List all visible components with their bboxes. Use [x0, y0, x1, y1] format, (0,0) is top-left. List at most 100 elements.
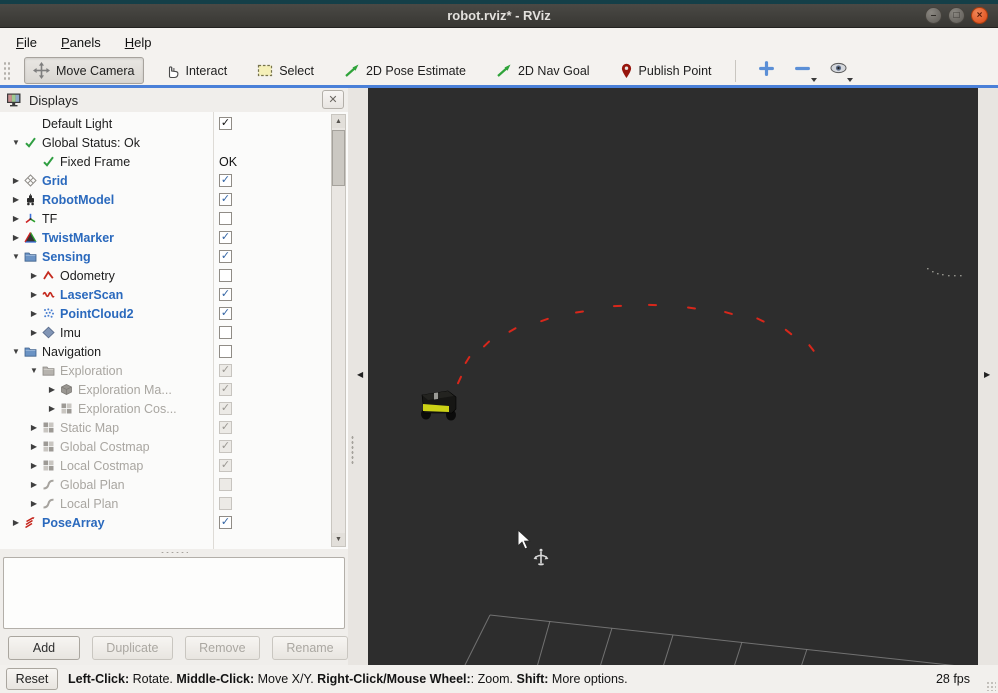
- expander-icon[interactable]: ▶: [26, 480, 42, 489]
- display-row[interactable]: ▶ Grid: [0, 171, 330, 190]
- display-row[interactable]: ▶ PointCloud2: [0, 304, 330, 323]
- duplicate-button[interactable]: Duplicate: [92, 636, 173, 660]
- tool-2d-pose-estimate[interactable]: 2D Pose Estimate: [335, 58, 475, 83]
- remove-tool-button[interactable]: [788, 59, 818, 83]
- expander-icon[interactable]: ▶: [8, 233, 24, 242]
- expander-icon[interactable]: ▶: [26, 442, 42, 451]
- enabled-checkbox[interactable]: ✓: [219, 250, 232, 263]
- enabled-checkbox[interactable]: ✓: [219, 421, 232, 434]
- left-panel-splitter[interactable]: ◀: [348, 88, 368, 665]
- add-button[interactable]: Add: [8, 636, 80, 660]
- display-row[interactable]: ▶ Static Map: [0, 418, 330, 437]
- tool-select[interactable]: Select: [248, 58, 323, 83]
- display-row[interactable]: ▶ LaserScan: [0, 285, 330, 304]
- display-row[interactable]: ▼ Navigation: [0, 342, 330, 361]
- display-row[interactable]: ▶ PoseArray: [0, 513, 330, 532]
- display-row[interactable]: ▶ Exploration Ma...: [0, 380, 330, 399]
- enabled-checkbox[interactable]: ✓: [219, 288, 232, 301]
- tool-label: 2D Nav Goal: [517, 63, 590, 78]
- scroll-down-icon[interactable]: ▼: [332, 533, 345, 546]
- expander-icon[interactable]: ▶: [26, 328, 42, 337]
- display-row[interactable]: ▶ TF: [0, 209, 330, 228]
- collapse-left-arrow-icon[interactable]: ◀: [357, 370, 363, 379]
- expander-icon[interactable]: ▼: [26, 366, 42, 375]
- display-row[interactable]: ▼ Exploration: [0, 361, 330, 380]
- enabled-checkbox[interactable]: ✓: [219, 459, 232, 472]
- 3d-viewport[interactable]: [368, 88, 978, 665]
- expander-icon[interactable]: ▼: [8, 252, 24, 261]
- close-button[interactable]: ×: [971, 7, 988, 24]
- expander-icon[interactable]: ▶: [26, 290, 42, 299]
- enabled-checkbox[interactable]: [219, 345, 232, 358]
- expander-icon[interactable]: ▼: [8, 347, 24, 356]
- titlebar[interactable]: robot.rviz* - RViz – □ ×: [0, 4, 998, 28]
- expand-right-arrow-icon[interactable]: ▶: [984, 370, 990, 379]
- expander-icon[interactable]: ▶: [44, 404, 60, 413]
- enabled-checkbox[interactable]: ✓: [219, 174, 232, 187]
- enabled-checkbox[interactable]: [219, 326, 232, 339]
- display-row[interactable]: ▶ Local Costmap: [0, 456, 330, 475]
- enabled-checkbox[interactable]: ✓: [219, 193, 232, 206]
- tool-move-camera[interactable]: Move Camera: [24, 57, 144, 84]
- remove-button[interactable]: Remove: [184, 636, 261, 660]
- tree-description-splitter[interactable]: [0, 549, 348, 556]
- menu-help[interactable]: Help: [125, 35, 152, 50]
- expander-icon[interactable]: ▶: [44, 385, 60, 394]
- visibility-button[interactable]: [824, 59, 854, 83]
- display-row[interactable]: ▶ Imu: [0, 323, 330, 342]
- tool-2d-nav-goal[interactable]: 2D Nav Goal: [487, 58, 599, 83]
- expander-icon[interactable]: ▶: [26, 461, 42, 470]
- display-row[interactable]: ▼ Sensing: [0, 247, 330, 266]
- right-panel-splitter[interactable]: ▶: [978, 88, 998, 665]
- tool-publish-point[interactable]: Publish Point: [611, 58, 721, 84]
- display-row[interactable]: Fixed Frame: [0, 152, 330, 171]
- display-row[interactable]: ▼ Global Status: Ok: [0, 133, 330, 152]
- map-pin-icon: [620, 63, 633, 79]
- expander-icon[interactable]: ▶: [8, 195, 24, 204]
- resize-grip-icon[interactable]: [986, 681, 996, 691]
- menu-file[interactable]: File: [16, 35, 37, 50]
- display-row[interactable]: ▶ RobotModel: [0, 190, 330, 209]
- expander-icon[interactable]: ▶: [26, 271, 42, 280]
- expander-icon[interactable]: ▼: [8, 138, 24, 147]
- displays-close-button[interactable]: ✕: [322, 90, 344, 109]
- display-row[interactable]: Default Light: [0, 114, 330, 133]
- toolbar-drag-handle[interactable]: [2, 59, 12, 82]
- enabled-checkbox[interactable]: ✓: [219, 402, 232, 415]
- window-title: robot.rviz* - RViz: [447, 8, 551, 23]
- display-row[interactable]: ▶ Local Plan: [0, 494, 330, 513]
- display-row[interactable]: ▶ Exploration Cos...: [0, 399, 330, 418]
- scroll-up-icon[interactable]: ▲: [332, 115, 345, 128]
- expander-icon[interactable]: ▶: [8, 518, 24, 527]
- rename-button[interactable]: Rename: [272, 636, 348, 660]
- enabled-checkbox[interactable]: [219, 478, 232, 491]
- enabled-checkbox[interactable]: ✓: [219, 516, 232, 529]
- enabled-checkbox[interactable]: ✓: [219, 231, 232, 244]
- minimize-button[interactable]: –: [925, 7, 942, 24]
- enabled-checkbox[interactable]: ✓: [219, 117, 232, 130]
- expander-icon[interactable]: ▶: [26, 499, 42, 508]
- expander-icon[interactable]: ▶: [26, 423, 42, 432]
- enabled-checkbox[interactable]: [219, 212, 232, 225]
- expander-icon[interactable]: ▶: [8, 176, 24, 185]
- display-row[interactable]: ▶ Global Costmap: [0, 437, 330, 456]
- expander-icon[interactable]: ▶: [26, 309, 42, 318]
- scrollbar-thumb[interactable]: [332, 130, 345, 186]
- displays-panel-header[interactable]: Displays ✕: [0, 88, 348, 112]
- enabled-checkbox[interactable]: [219, 497, 232, 510]
- enabled-checkbox[interactable]: ✓: [219, 307, 232, 320]
- expander-icon[interactable]: ▶: [8, 214, 24, 223]
- add-tool-button[interactable]: [752, 59, 782, 83]
- enabled-checkbox[interactable]: [219, 269, 232, 282]
- maximize-button[interactable]: □: [948, 7, 965, 24]
- enabled-checkbox[interactable]: ✓: [219, 440, 232, 453]
- menu-panels[interactable]: Panels: [61, 35, 101, 50]
- display-row[interactable]: ▶ Global Plan: [0, 475, 330, 494]
- enabled-checkbox[interactable]: ✓: [219, 383, 232, 396]
- tree-scrollbar[interactable]: ▲ ▼: [331, 114, 346, 547]
- enabled-checkbox[interactable]: ✓: [219, 364, 232, 377]
- display-row[interactable]: ▶ TwistMarker: [0, 228, 330, 247]
- tool-interact[interactable]: Interact: [156, 58, 237, 84]
- reset-button[interactable]: Reset: [6, 668, 58, 690]
- display-row[interactable]: ▶ Odometry: [0, 266, 330, 285]
